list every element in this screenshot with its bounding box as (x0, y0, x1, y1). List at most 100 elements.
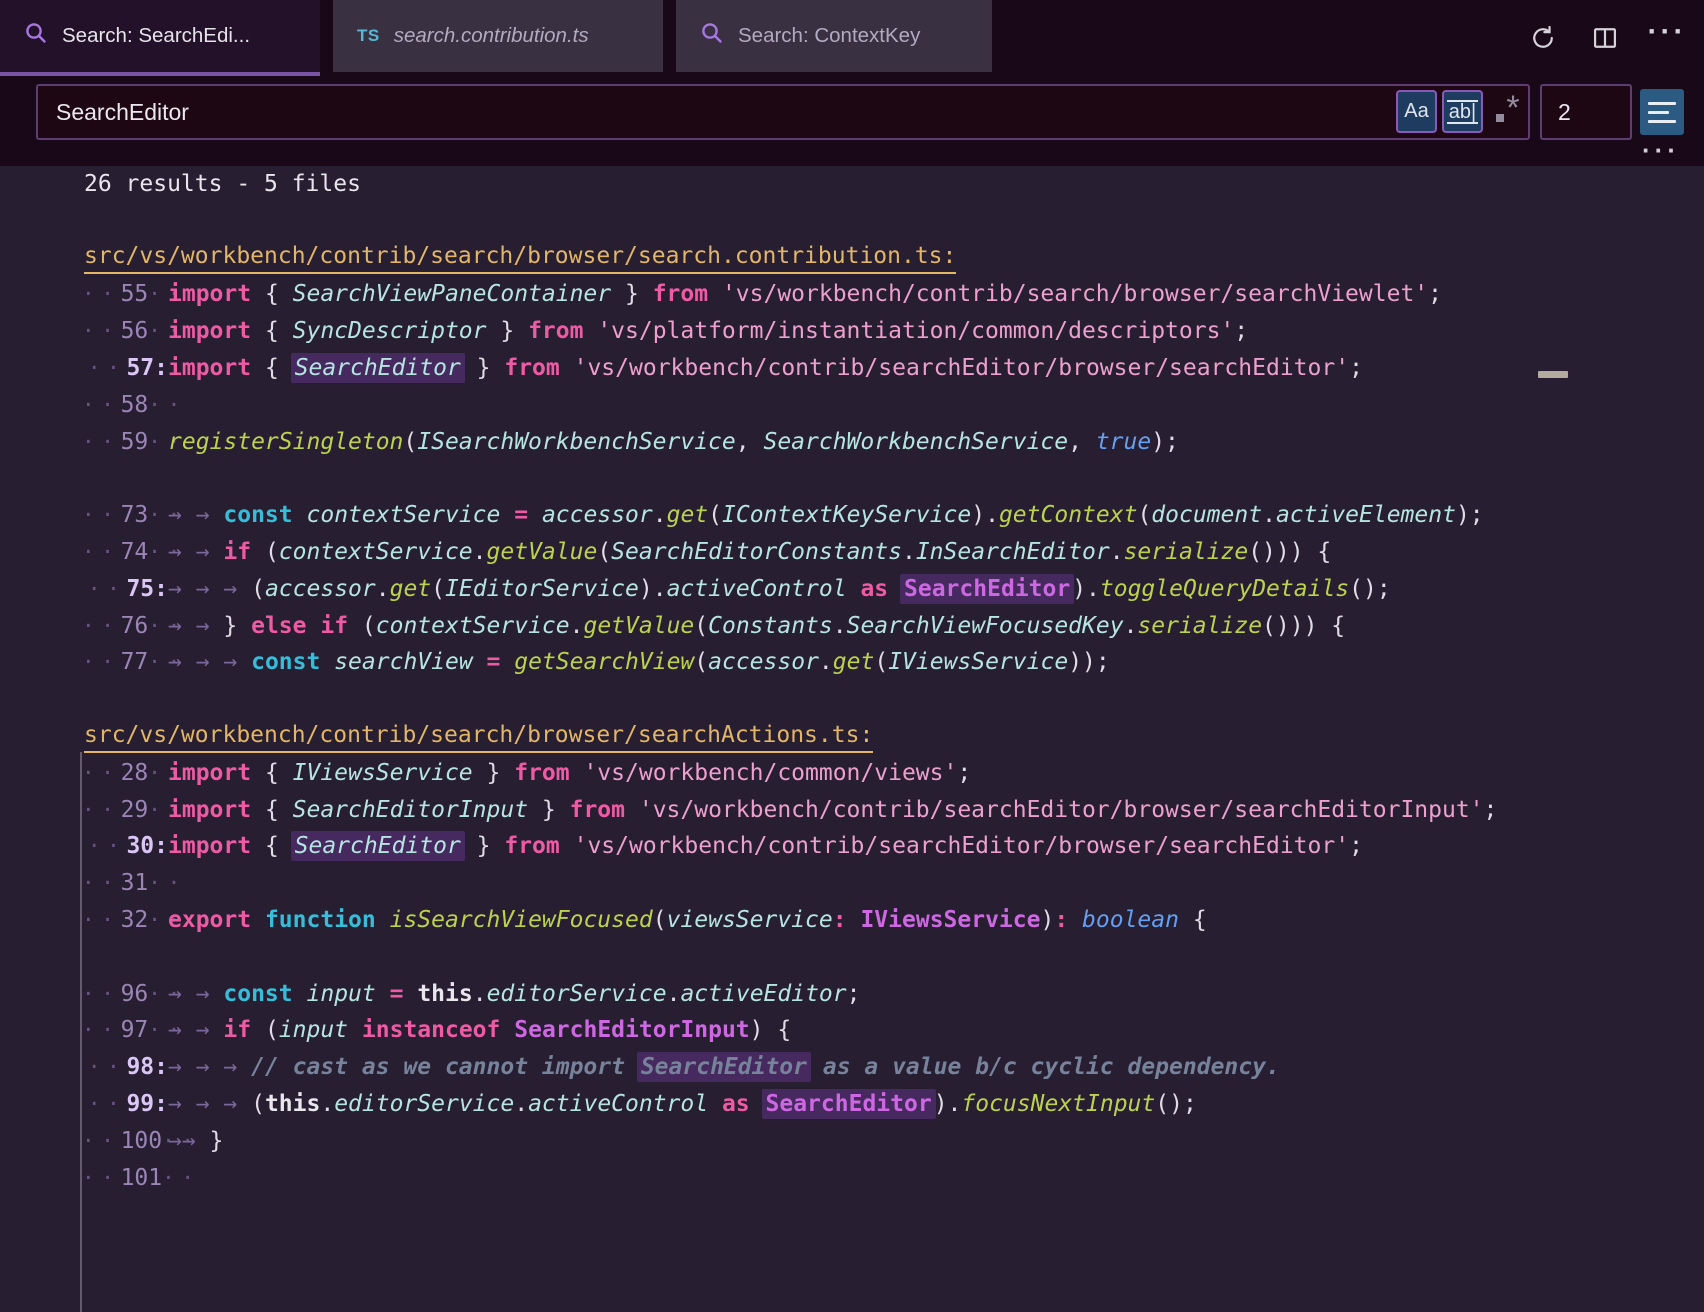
tab-search-contribution-ts[interactable]: TS search.contribution.ts (333, 0, 663, 76)
result-line[interactable]: · · 97· ·→ → if (input instanceof Search… (0, 1012, 1704, 1049)
result-line[interactable]: · · 28· ·import { IViewsService } from '… (0, 755, 1704, 792)
code-text: → → if (input instanceof SearchEditorInp… (168, 1012, 791, 1049)
code-text: import { SyncDescriptor } from 'vs/platf… (168, 313, 1248, 350)
result-line[interactable]: · · 29· ·import { SearchEditorInput } fr… (0, 792, 1704, 829)
code-text: → → → (this.editorService.activeControl … (168, 1086, 1197, 1123)
scrollbar-thumb[interactable] (1538, 371, 1568, 378)
code-text: → → → // cast as we cannot import Search… (168, 1049, 1280, 1086)
result-line[interactable]: · · 98:→ → → // cast as we cannot import… (0, 1049, 1704, 1086)
typescript-file-icon: TS (357, 26, 380, 46)
line-number: · · 57: (82, 350, 168, 387)
whole-word-icon: ab| (1447, 100, 1478, 124)
code-text: → → if (contextService.getValue(SearchEd… (168, 534, 1331, 571)
toggle-search-details[interactable]: ··· (1642, 140, 1680, 160)
tab-search-contextkey[interactable]: Search: ContextKey (676, 0, 992, 76)
code-text: → → → const searchView = getSearchView(a… (168, 644, 1110, 681)
tab-label: Search: ContextKey (738, 24, 920, 48)
search-query-input[interactable]: SearchEditor (36, 84, 1530, 140)
line-number: · · 101· · (82, 1160, 168, 1197)
tab-search-searcheditor[interactable]: Search: SearchEdi... (0, 0, 320, 76)
line-number: · · 77· · (82, 644, 168, 681)
refresh-icon[interactable] (1526, 21, 1560, 55)
line-number: · · 29· · (82, 792, 168, 829)
line-number: · · 97· · (82, 1012, 168, 1049)
result-line[interactable]: · · 57:import { SearchEditor } from 'vs/… (0, 350, 1704, 387)
lines-icon (1648, 102, 1676, 105)
more-actions-icon[interactable]: ··· (1650, 15, 1684, 61)
line-number: · · 99: (82, 1086, 168, 1123)
search-query-value: SearchEditor (56, 99, 189, 126)
line-number: · · 98: (82, 1049, 168, 1086)
editor-actions: ··· (1526, 0, 1684, 76)
line-number: · · 76· · (82, 608, 168, 645)
result-line[interactable]: · · 75:→ → → (accessor.get(IEditorServic… (0, 571, 1704, 608)
match-case-icon: Aa (1404, 100, 1428, 123)
result-line[interactable]: · · 32· ·export function isSearchViewFoc… (0, 902, 1704, 939)
code-text: import { SearchEditor } from 'vs/workben… (168, 828, 1363, 865)
result-line[interactable]: · · 59· ·registerSingleton(ISearchWorkbe… (0, 424, 1704, 461)
result-line[interactable]: · · 56· ·import { SyncDescriptor } from … (0, 313, 1704, 350)
code-text: → → } else if (contextService.getValue(C… (168, 608, 1345, 645)
result-line[interactable]: · · 55· ·import { SearchViewPaneContaine… (0, 276, 1704, 313)
line-number: · · 30: (82, 828, 168, 865)
search-icon (24, 21, 48, 51)
line-number: · · 55· · (82, 276, 168, 313)
blank-line (0, 1196, 1704, 1233)
code-text: import { IViewsService } from 'vs/workbe… (168, 755, 971, 792)
code-text: import { SearchEditorInput } from 'vs/wo… (168, 792, 1497, 829)
result-line[interactable]: · · 76· ·→ → } else if (contextService.g… (0, 608, 1704, 645)
file-path-link[interactable]: src/vs/workbench/contrib/search/browser/… (84, 720, 873, 753)
line-number: · · 56· · (82, 313, 168, 350)
result-line[interactable]: · · 96· ·→ → const input = this.editorSe… (0, 976, 1704, 1013)
line-number: · · 75: (82, 571, 168, 608)
match-highlight: SearchEditor (291, 353, 465, 383)
line-number: · · 31· · (82, 865, 168, 902)
context-lines-value: 2 (1558, 99, 1571, 126)
code-text: import { SearchViewPaneContainer } from … (168, 276, 1442, 313)
search-icon (700, 21, 724, 51)
search-results-editor[interactable]: 26 results - 5 files src/vs/workbench/con… (0, 166, 1704, 1308)
result-line[interactable]: · · 77· ·→ → → const searchView = getSea… (0, 644, 1704, 681)
regex-icon (1496, 114, 1504, 122)
code-text: → → const input = this.editorService.act… (168, 976, 860, 1013)
match-highlight: SearchEditor (637, 1052, 811, 1082)
result-line[interactable]: · · 30:import { SearchEditor } from 'vs/… (0, 828, 1704, 865)
whole-word-toggle[interactable]: ab| (1442, 90, 1483, 133)
result-line[interactable]: · · 58· · (0, 387, 1704, 424)
result-line[interactable]: · · 31· · (0, 865, 1704, 902)
result-line[interactable]: · · 73· ·→ → const contextService = acce… (0, 497, 1704, 534)
match-highlight: SearchEditor (900, 574, 1074, 604)
code-text: → → → (accessor.get(IEditorService).acti… (168, 571, 1391, 608)
toggle-context-lines-button[interactable] (1640, 89, 1684, 135)
code-text: registerSingleton(ISearchWorkbenchServic… (168, 424, 1179, 461)
result-block-guide (80, 752, 82, 1312)
line-number: · · 100· · (82, 1123, 168, 1160)
file-path-link[interactable]: src/vs/workbench/contrib/search/browser/… (84, 241, 956, 274)
blank-line (0, 939, 1704, 976)
blank-line (0, 681, 1704, 718)
code-text: →→ } (168, 1123, 223, 1160)
match-highlight: SearchEditor (291, 831, 465, 861)
regex-toggle[interactable]: * (1489, 90, 1527, 133)
result-line[interactable]: · · 100· ·→→ } (0, 1123, 1704, 1160)
blank-line (0, 203, 1704, 240)
editor-tab-bar: Search: SearchEdi... TS search.contribut… (0, 0, 1704, 76)
tab-label: search.contribution.ts (394, 24, 589, 48)
file-result-row: src/vs/workbench/contrib/search/browser/… (0, 718, 1704, 755)
result-line[interactable]: · · 99:→ → → (this.editorService.activeC… (0, 1086, 1704, 1123)
search-query-bar: SearchEditor Aa ab| * 2 ··· (0, 76, 1704, 166)
blank-line (0, 460, 1704, 497)
code-text: → → const contextService = accessor.get(… (168, 497, 1484, 534)
tab-label: Search: SearchEdi... (62, 24, 250, 48)
result-line[interactable]: · · 74· ·→ → if (contextService.getValue… (0, 534, 1704, 571)
code-text: import { SearchEditor } from 'vs/workben… (168, 350, 1363, 387)
file-result-row: src/vs/workbench/contrib/search/browser/… (0, 240, 1704, 277)
result-line[interactable]: · · 101· · (0, 1160, 1704, 1197)
line-number: · · 73· · (82, 497, 168, 534)
match-case-toggle[interactable]: Aa (1396, 90, 1437, 133)
context-lines-input[interactable]: 2 (1540, 84, 1632, 140)
results-summary: 26 results - 5 files (0, 166, 1704, 203)
split-editor-icon[interactable] (1588, 21, 1622, 55)
match-highlight: SearchEditor (762, 1089, 936, 1119)
line-number: · · 28· · (82, 755, 168, 792)
